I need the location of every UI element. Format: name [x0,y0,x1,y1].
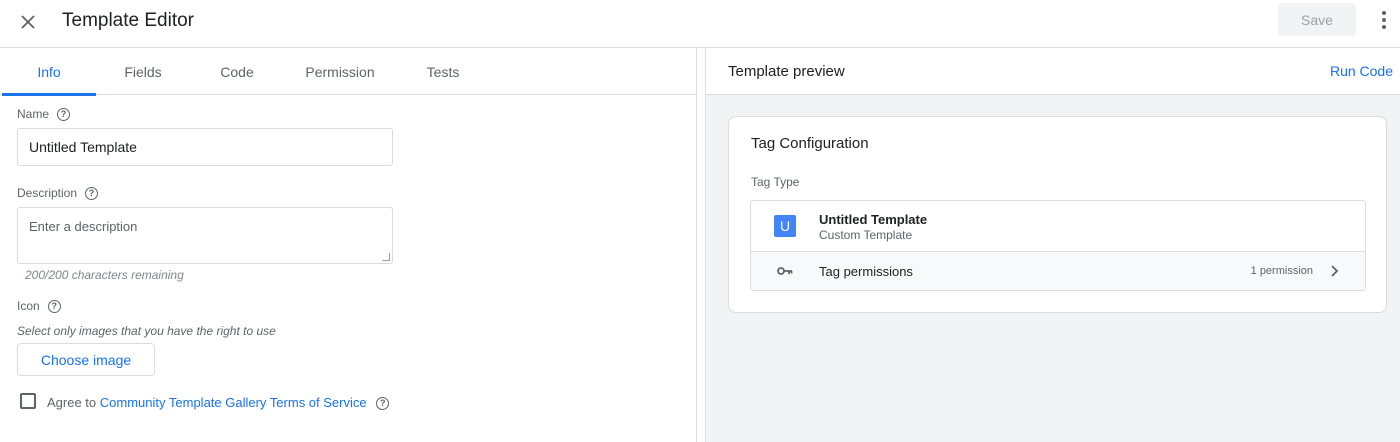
top-bar: Template Editor Save [0,0,1400,48]
preview-panel: Template preview Run Code Tag Configurat… [705,48,1400,442]
char-counter: 200/200 characters remaining [25,268,184,282]
preview-title: Template preview [728,63,845,80]
card-title: Tag Configuration [751,135,869,152]
icon-label: Icon ? [17,299,61,313]
tag-permissions-row[interactable]: Tag permissions 1 permission [751,252,1365,290]
icon-hint: Select only images that you have the rig… [17,324,276,338]
tag-subtitle: Custom Template [819,228,913,242]
permissions-count: 1 permission [1250,265,1313,277]
page-title: Template Editor [62,10,195,31]
tag-name: Untitled Template [819,212,928,227]
close-button[interactable] [14,8,42,36]
preview-header: Template preview Run Code [706,48,1400,95]
choose-image-button[interactable]: Choose image [17,343,155,376]
tab-fields[interactable]: Fields [96,48,190,95]
tag-type-row[interactable]: U Untitled Template Custom Template [751,201,1365,252]
more-vert-icon [1382,11,1386,15]
run-code-button[interactable]: Run Code [1330,63,1393,79]
help-icon[interactable]: ? [57,107,71,121]
editor-panel: Info Fields Code Permission Tests Name ?… [0,48,697,442]
help-icon[interactable]: ? [85,186,99,200]
key-icon [777,267,793,275]
tag-type-label: Tag Type [751,175,800,189]
tab-bar: Info Fields Code Permission Tests [0,48,697,96]
resize-handle[interactable] [382,253,390,261]
agree-text: Agree to Community Template Gallery Term… [47,395,390,411]
help-icon[interactable]: ? [47,299,61,313]
description-label: Description ? [17,186,99,200]
terms-link[interactable]: Community Template Gallery Terms of Serv… [100,395,367,410]
tab-tests[interactable]: Tests [396,48,490,95]
more-menu-button[interactable] [1372,8,1396,32]
name-field[interactable]: Untitled Template [17,128,393,166]
tab-permission[interactable]: Permission [290,48,390,95]
tag-configuration-card: Tag Configuration Tag Type U Untitled Te… [728,116,1387,313]
close-icon [21,15,35,29]
permissions-label: Tag permissions [819,264,913,279]
agree-checkbox[interactable] [20,393,36,409]
tag-type-box: U Untitled Template Custom Template Tag … [750,200,1366,291]
help-icon[interactable]: ? [376,397,390,411]
template-icon: U [774,215,796,237]
save-button[interactable]: Save [1278,3,1356,36]
chevron-right-icon [1331,265,1339,277]
description-field[interactable]: Enter a description [17,207,393,264]
tab-code[interactable]: Code [190,48,284,95]
tab-info[interactable]: Info [2,48,96,96]
name-label: Name ? [17,107,71,121]
